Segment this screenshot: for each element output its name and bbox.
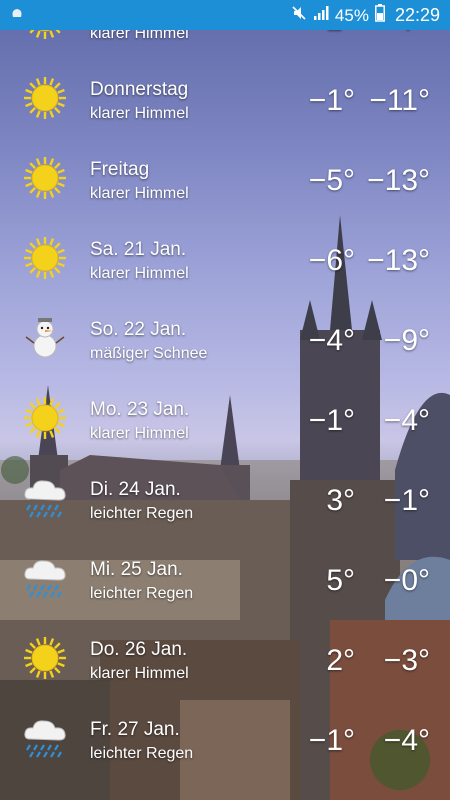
- forecast-high-temp: −1°: [308, 724, 355, 757]
- forecast-low-temp: −4°: [383, 724, 430, 757]
- forecast-day: Fr. 27 Jan.: [90, 719, 180, 740]
- forecast-condition: klarer Himmel: [90, 105, 189, 122]
- forecast-row[interactable]: So. 22 Jan. mäßiger Schnee −4° −9°: [0, 300, 450, 380]
- forecast-high-temp: −4°: [308, 324, 355, 357]
- forecast-condition: leichter Regen: [90, 585, 194, 602]
- rain-cloud-icon: [22, 555, 68, 601]
- forecast-low-temp: −1°: [383, 484, 430, 517]
- forecast-day: Do. 26 Jan.: [90, 639, 188, 660]
- notification-icon: [10, 6, 24, 25]
- forecast-low-temp: −0°: [383, 564, 430, 597]
- forecast-low-temp: −3°: [383, 644, 430, 677]
- rain-cloud-icon: [22, 715, 68, 761]
- sun-icon: [22, 235, 68, 281]
- forecast-day: Di. 24 Jan.: [90, 479, 181, 500]
- forecast-row[interactable]: Do. 26 Jan. klarer Himmel 2° −3°: [0, 620, 450, 700]
- forecast-row[interactable]: Mo. 23 Jan. klarer Himmel −1° −4°: [0, 380, 450, 460]
- forecast-high-temp: −1°: [308, 404, 355, 437]
- forecast-row[interactable]: Fr. 27 Jan. leichter Regen −1° −4°: [0, 700, 450, 780]
- forecast-day: So. 22 Jan.: [90, 319, 187, 340]
- sun-icon: [22, 155, 68, 201]
- forecast-high-temp: −5°: [308, 164, 355, 197]
- forecast-day: Mo. 23 Jan.: [90, 399, 190, 420]
- forecast-list[interactable]: Mittwochklarer Himmel−2°−7°Donnerstagkla…: [0, 0, 450, 800]
- forecast-condition: leichter Regen: [90, 505, 194, 522]
- forecast-low-temp: −13°: [367, 244, 430, 277]
- sun-icon: [22, 75, 68, 121]
- forecast-high-temp: −6°: [308, 244, 355, 277]
- signal-icon: [313, 5, 329, 26]
- forecast-low-temp: −11°: [369, 84, 430, 117]
- forecast-low-temp: −9°: [383, 324, 430, 357]
- battery-icon: [374, 4, 385, 27]
- forecast-row[interactable]: Di. 24 Jan. leichter Regen 3° −1°: [0, 460, 450, 540]
- forecast-condition: mäßiger Schnee: [90, 345, 208, 362]
- forecast-row[interactable]: Donnerstag klarer Himmel −1° −11°: [0, 60, 450, 140]
- forecast-day: Donnerstag: [90, 79, 189, 100]
- forecast-row[interactable]: Freitag klarer Himmel −5° −13°: [0, 140, 450, 220]
- mute-icon: [291, 5, 307, 26]
- forecast-condition: leichter Regen: [90, 745, 194, 762]
- forecast-high-temp: 2°: [326, 644, 355, 677]
- forecast-day: Sa. 21 Jan.: [90, 239, 187, 260]
- rain-cloud-icon: [22, 475, 68, 521]
- clock: 22:29: [394, 5, 440, 25]
- sun-icon: [22, 395, 68, 441]
- forecast-high-temp: −1°: [308, 84, 355, 117]
- forecast-row[interactable]: Sa. 21 Jan. klarer Himmel −6° −13°: [0, 220, 450, 300]
- forecast-row[interactable]: Mi. 25 Jan. leichter Regen 5° −0°: [0, 540, 450, 620]
- forecast-condition: klarer Himmel: [90, 265, 189, 282]
- forecast-condition: klarer Himmel: [90, 185, 189, 202]
- battery-percent: 45%: [334, 5, 369, 25]
- forecast-condition: klarer Himmel: [90, 425, 189, 442]
- status-bar: 45% 22:29: [0, 0, 450, 30]
- forecast-low-temp: −13°: [367, 164, 430, 197]
- forecast-day: Mi. 25 Jan.: [90, 559, 183, 580]
- forecast-high-temp: 3°: [326, 484, 355, 517]
- forecast-condition: klarer Himmel: [90, 665, 189, 682]
- forecast-day: Freitag: [90, 159, 150, 180]
- snowman-icon: [22, 315, 68, 361]
- sun-icon: [22, 635, 68, 681]
- forecast-low-temp: −4°: [383, 404, 430, 437]
- forecast-high-temp: 5°: [326, 564, 355, 597]
